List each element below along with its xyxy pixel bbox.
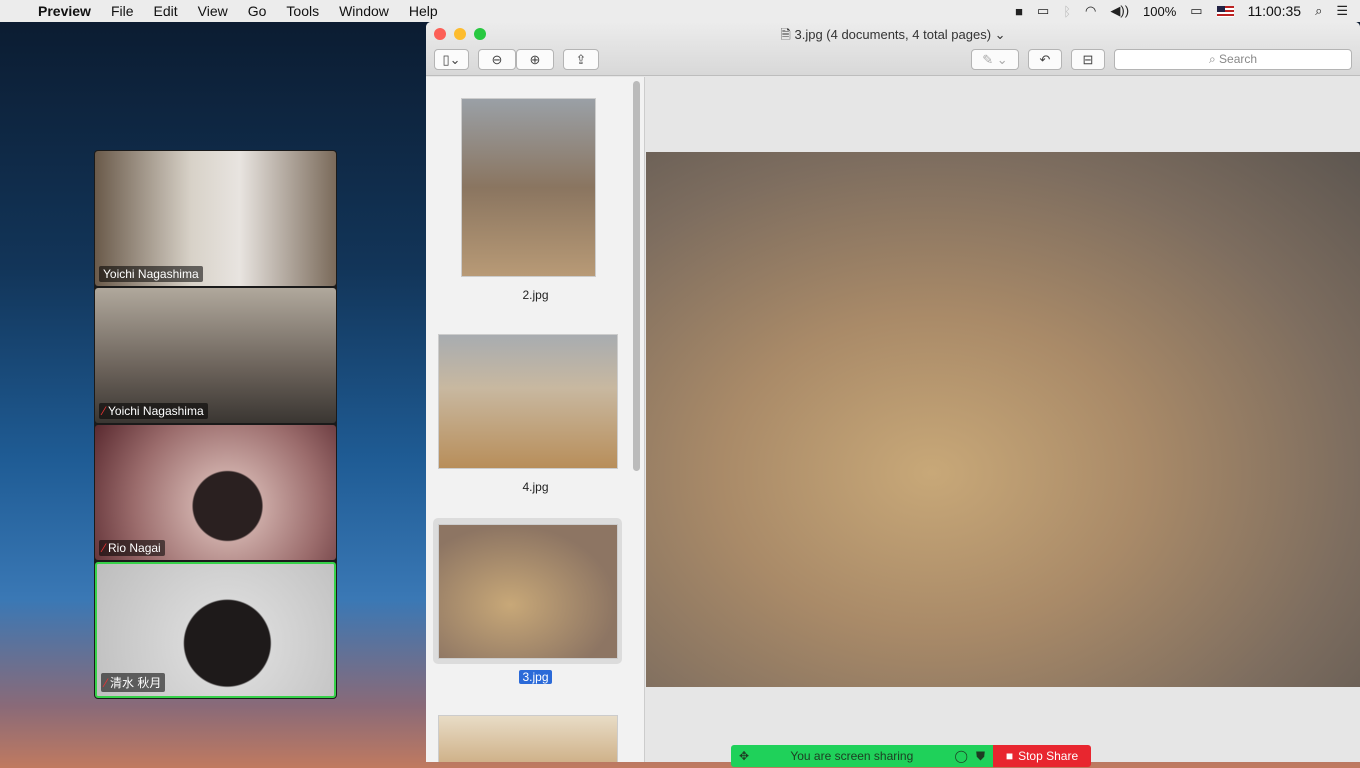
participant-name: Yoichi Nagashima (99, 266, 203, 282)
input-source-flag-icon[interactable] (1216, 5, 1234, 17)
participant-name: Rio Nagai (108, 541, 161, 555)
battery-percent[interactable]: 100% (1143, 4, 1176, 19)
window-title[interactable]: 3.jpg (4 documents, 4 total pages) (794, 27, 991, 42)
screen-share-bar: ✥ You are screen sharing ◯ ⛊ ■ Stop Share (731, 745, 1091, 767)
chevron-down-icon[interactable]: ⌄ (995, 27, 1006, 42)
thumbnail-next[interactable] (438, 715, 618, 762)
title-bar: 🗎 3.jpg (4 documents, 4 total pages) ⌄ ▯… (426, 22, 1360, 76)
menu-bar: Preview File Edit View Go Tools Window H… (0, 0, 1360, 22)
zoom-out-button[interactable]: ⊖ (478, 49, 516, 70)
zoom-icon[interactable]: ■ (1015, 4, 1023, 19)
menu-view[interactable]: View (198, 3, 228, 19)
search-field[interactable]: ⌕ Search (1114, 49, 1352, 70)
thumbnail-3-selected[interactable] (438, 524, 618, 659)
thumbnail-label-selected[interactable]: 3.jpg (519, 670, 552, 684)
participant-name: Yoichi Nagashima (108, 404, 204, 418)
airplay-icon[interactable]: ▭ (1037, 3, 1049, 19)
spotlight-icon[interactable]: ⌕ (1315, 3, 1322, 19)
zoom-gallery: Yoichi Nagashima ⁄ Yoichi Nagashima ⁄ Rio … (94, 150, 337, 699)
notification-center-icon[interactable]: ☰ (1336, 3, 1348, 19)
battery-icon[interactable]: ▭ (1190, 3, 1202, 19)
menu-tools[interactable]: Tools (286, 3, 319, 19)
menu-app[interactable]: Preview (38, 3, 91, 19)
video-tile[interactable]: ⁄ Yoichi Nagashima (95, 288, 336, 423)
share-button[interactable]: ⇪ (563, 49, 599, 70)
drag-handle-icon[interactable]: ✥ (739, 749, 749, 763)
search-icon: ⌕ (1208, 52, 1216, 66)
thumbnail-4[interactable] (438, 334, 618, 469)
participant-name: 清水 秋月 (110, 676, 162, 690)
image-view (646, 77, 1360, 762)
stop-share-button[interactable]: ■ Stop Share (993, 745, 1091, 767)
shield-icon: ⛊ (975, 748, 985, 763)
bluetooth-icon[interactable]: ᛒ (1063, 4, 1071, 19)
clock[interactable]: 11:00:35 (1248, 3, 1301, 19)
thumbnail-2[interactable] (461, 98, 596, 277)
markup-toolbox-button[interactable]: ⊟ (1071, 49, 1105, 70)
preview-window: 🗎 3.jpg (4 documents, 4 total pages) ⌄ ▯… (426, 22, 1360, 762)
video-tile[interactable]: ⁄ Rio Nagai (95, 425, 336, 560)
menu-edit[interactable]: Edit (154, 3, 178, 19)
thumbnail-sidebar: 2.jpg 4.jpg 3.jpg (426, 77, 645, 762)
document-icon: 🗎 (780, 27, 791, 42)
mic-muted-icon: ⁄ (103, 541, 106, 555)
menu-help[interactable]: Help (409, 3, 438, 19)
sidebar-toggle-button[interactable]: ▯⌄ (434, 49, 469, 70)
document-image[interactable] (646, 152, 1360, 687)
menu-go[interactable]: Go (248, 3, 267, 19)
thumbnail-label[interactable]: 4.jpg (426, 480, 645, 494)
video-tile-active-speaker[interactable]: ⁄ 清水 秋月 (95, 562, 336, 698)
menu-file[interactable]: File (111, 3, 134, 19)
video-tile[interactable]: Yoichi Nagashima (95, 151, 336, 286)
stop-icon: ■ (1005, 749, 1014, 763)
menu-window[interactable]: Window (339, 3, 389, 19)
mic-muted-icon: ⁄ (105, 676, 108, 690)
record-indicator-icon: ◯ (954, 749, 968, 763)
share-status-text: You are screen sharing (790, 749, 914, 763)
markup-button[interactable]: ✎ ⌄ (971, 49, 1019, 70)
sidebar-scrollbar[interactable] (633, 81, 640, 471)
share-status[interactable]: ✥ You are screen sharing ◯ ⛊ (731, 745, 993, 767)
rotate-button[interactable]: ↶ (1028, 49, 1062, 70)
wifi-icon[interactable]: ◠ (1085, 3, 1096, 19)
thumbnail-label[interactable]: 2.jpg (426, 288, 645, 302)
mic-muted-icon: ⁄ (103, 404, 106, 418)
volume-icon[interactable]: ◀)) (1110, 3, 1129, 19)
zoom-in-button[interactable]: ⊕ (516, 49, 554, 70)
